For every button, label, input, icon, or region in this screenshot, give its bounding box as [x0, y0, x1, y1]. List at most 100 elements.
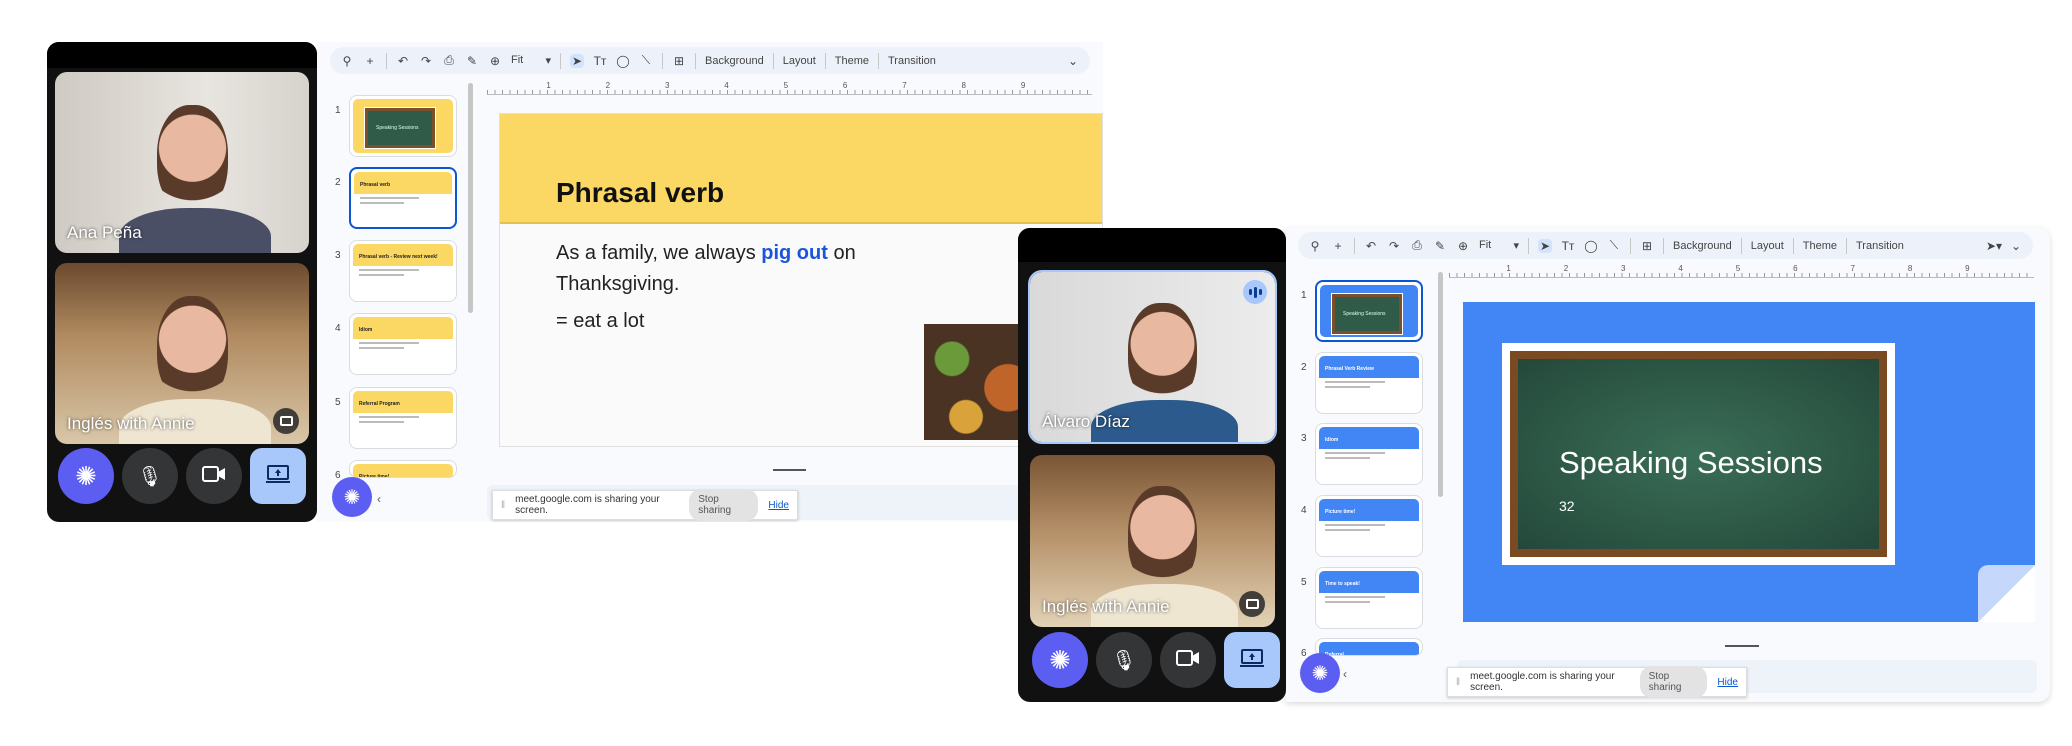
comment-icon[interactable]: ⊞	[1640, 239, 1654, 253]
present-screen-button[interactable]	[250, 448, 306, 504]
collapse-toolbar-chevron-icon[interactable]: ⌄	[2009, 239, 2023, 253]
drag-handle-icon[interactable]: ‖	[1456, 677, 1460, 688]
redo-icon[interactable]: ↷	[419, 54, 433, 68]
microphone-button[interactable]: 🎙︎	[122, 448, 178, 504]
slide-thumbnail[interactable]: Speaking Sessions	[1315, 280, 1423, 342]
drag-handle-icon[interactable]: ‖	[501, 500, 505, 511]
comment-icon[interactable]: ⊞	[672, 54, 686, 68]
zoom-icon[interactable]: ⊕	[1456, 239, 1470, 253]
new-slide-icon[interactable]: +	[1331, 239, 1345, 253]
participant-tile[interactable]: Inglés with Annie	[55, 263, 309, 444]
camera-button[interactable]	[1160, 632, 1216, 688]
thumbnail-title: Time to speak!	[1325, 581, 1360, 587]
thumbnail-title: Phrasal verb - Review next week!	[359, 254, 438, 260]
call-controls: ✺ 🎙︎	[1032, 632, 1280, 688]
thumbnail-title: Picture time!	[359, 474, 390, 478]
slide-thumbnail[interactable]: Phrasal verb	[349, 167, 457, 229]
collapse-toolbar-chevron-icon[interactable]: ⌄	[1066, 54, 1080, 68]
hide-link[interactable]: Hide	[1717, 677, 1738, 688]
present-screen-button[interactable]	[1224, 632, 1280, 688]
layout-button[interactable]: Layout	[783, 55, 816, 67]
search-icon[interactable]: ⚲	[340, 54, 354, 68]
slide-thumbnail[interactable]: Idiom	[349, 313, 457, 375]
text-box-icon[interactable]: Tт	[593, 54, 607, 68]
camera-button[interactable]	[186, 448, 242, 504]
thumbnail-scrollbar[interactable]	[1438, 272, 1443, 497]
participant-tile[interactable]: Ana Peña	[55, 72, 309, 253]
slide-thumbnail[interactable]: Idiom	[1315, 423, 1423, 485]
screen-share-notice: ‖ meet.google.com is sharing your screen…	[1447, 666, 1747, 698]
theme-button[interactable]: Theme	[835, 55, 869, 67]
thumbnail-header: Time to speak!	[1319, 571, 1419, 593]
participant-tile[interactable]: Inglés with Annie	[1030, 455, 1275, 627]
slide-thumbnail[interactable]: Time to speak!	[1315, 567, 1423, 629]
slide-title: Phrasal verb	[556, 177, 725, 208]
text-box-icon[interactable]: Tт	[1561, 239, 1575, 253]
thumbnail-header: Phrasal verb - Review next week!	[353, 244, 453, 266]
stop-sharing-button[interactable]: Stop sharing	[1639, 666, 1708, 698]
transition-button[interactable]: Transition	[888, 55, 936, 67]
redo-icon[interactable]: ↷	[1387, 239, 1401, 253]
thumbnail-text-line	[359, 416, 419, 418]
picture-in-picture-icon[interactable]	[273, 408, 299, 434]
ruler-tick-label: 3	[1621, 264, 1626, 273]
gemini-button[interactable]: ✺	[1032, 632, 1088, 688]
participant-tile[interactable]: Álvaro Díaz	[1028, 270, 1277, 444]
gemini-button[interactable]: ✺	[58, 448, 114, 504]
background-button[interactable]: Background	[1673, 240, 1732, 252]
transition-button[interactable]: Transition	[1856, 240, 1904, 252]
shapes-icon[interactable]: ◯	[1584, 239, 1598, 253]
line-icon[interactable]: ⟍	[1607, 238, 1621, 253]
current-slide[interactable]: Speaking Sessions 32	[1463, 302, 2035, 622]
new-slide-icon[interactable]: +	[363, 54, 377, 68]
gemini-floating-button[interactable]: ✺	[332, 477, 372, 517]
theme-button[interactable]: Theme	[1803, 240, 1837, 252]
meet-panel-right: Álvaro Díaz Inglés with Annie ✺ 🎙︎	[1018, 228, 1286, 702]
collapse-panel-chevron-icon[interactable]: ‹	[377, 492, 381, 506]
participant-name: Inglés with Annie	[1042, 597, 1170, 616]
line-icon[interactable]: ⟍	[639, 53, 653, 68]
zoom-select[interactable]: Fit ▾	[511, 54, 551, 67]
zoom-select[interactable]: Fit ▾	[1479, 239, 1519, 252]
paint-format-icon[interactable]: ✎	[1433, 239, 1447, 253]
layout-button[interactable]: Layout	[1751, 240, 1784, 252]
page-fold-decoration	[1978, 565, 2035, 622]
ruler-tick-label: 6	[842, 81, 848, 90]
participant-name: Inglés with Annie	[67, 414, 195, 433]
thumbnail-text-line	[1325, 524, 1385, 526]
select-cursor-icon[interactable]: ➤	[570, 53, 584, 68]
zoom-icon[interactable]: ⊕	[488, 54, 502, 68]
thumbnail-scrollbar[interactable]	[468, 83, 473, 313]
paint-format-icon[interactable]: ✎	[465, 54, 479, 68]
slides-toolbar: ⚲ + ↶ ↷ ⎙ ✎ ⊕ Fit ▾ ➤ Tт ◯ ⟍ ⊞ Background…	[330, 47, 1090, 74]
ruler-tick-label: 7	[902, 81, 907, 90]
call-controls: ✺ 🎙︎	[58, 448, 306, 504]
slide-thumbnail[interactable]: Speaking Sessions	[349, 95, 457, 157]
slide-thumbnail[interactable]: Phrasal Verb Review	[1315, 352, 1423, 414]
collapse-panel-chevron-icon[interactable]: ‹	[1343, 667, 1347, 681]
gemini-floating-button[interactable]: ✺	[1300, 653, 1340, 693]
print-icon[interactable]: ⎙	[442, 53, 456, 68]
shapes-icon[interactable]: ◯	[616, 54, 630, 68]
slide-thumbnail[interactable]: Referral	[1315, 638, 1423, 656]
slide-thumbnail[interactable]: Picture time!	[1315, 495, 1423, 557]
slides-toolbar: ⚲ + ↶ ↷ ⎙ ✎ ⊕ Fit ▾ ➤ Tт ◯ ⟍ ⊞ Background…	[1298, 232, 2033, 259]
select-cursor-icon[interactable]: ➤	[1538, 238, 1552, 253]
slide-thumbnail[interactable]: Picture time!	[349, 460, 457, 478]
pen-cursor-icon[interactable]: ➤▾	[1986, 239, 2002, 253]
current-slide[interactable]: Phrasal verb As a family, we always pig …	[499, 113, 1103, 447]
stop-sharing-button[interactable]: Stop sharing	[689, 489, 759, 521]
undo-icon[interactable]: ↶	[1364, 239, 1378, 253]
undo-icon[interactable]: ↶	[396, 54, 410, 68]
picture-in-picture-icon[interactable]	[1239, 591, 1265, 617]
hide-link[interactable]: Hide	[768, 500, 789, 511]
search-icon[interactable]: ⚲	[1308, 239, 1322, 253]
slide-thumbnail[interactable]: Phrasal verb - Review next week!	[349, 240, 457, 302]
slide-thumbnail[interactable]: Referral Program	[349, 387, 457, 449]
divider	[1792, 237, 1794, 254]
background-button[interactable]: Background	[705, 55, 764, 67]
slides-window-left: ⚲ + ↶ ↷ ⎙ ✎ ⊕ Fit ▾ ➤ Tт ◯ ⟍ ⊞ Background…	[317, 42, 1103, 522]
chevron-down-icon: ▾	[1513, 240, 1519, 252]
print-icon[interactable]: ⎙	[1410, 238, 1424, 253]
microphone-button[interactable]: 🎙︎	[1096, 632, 1152, 688]
